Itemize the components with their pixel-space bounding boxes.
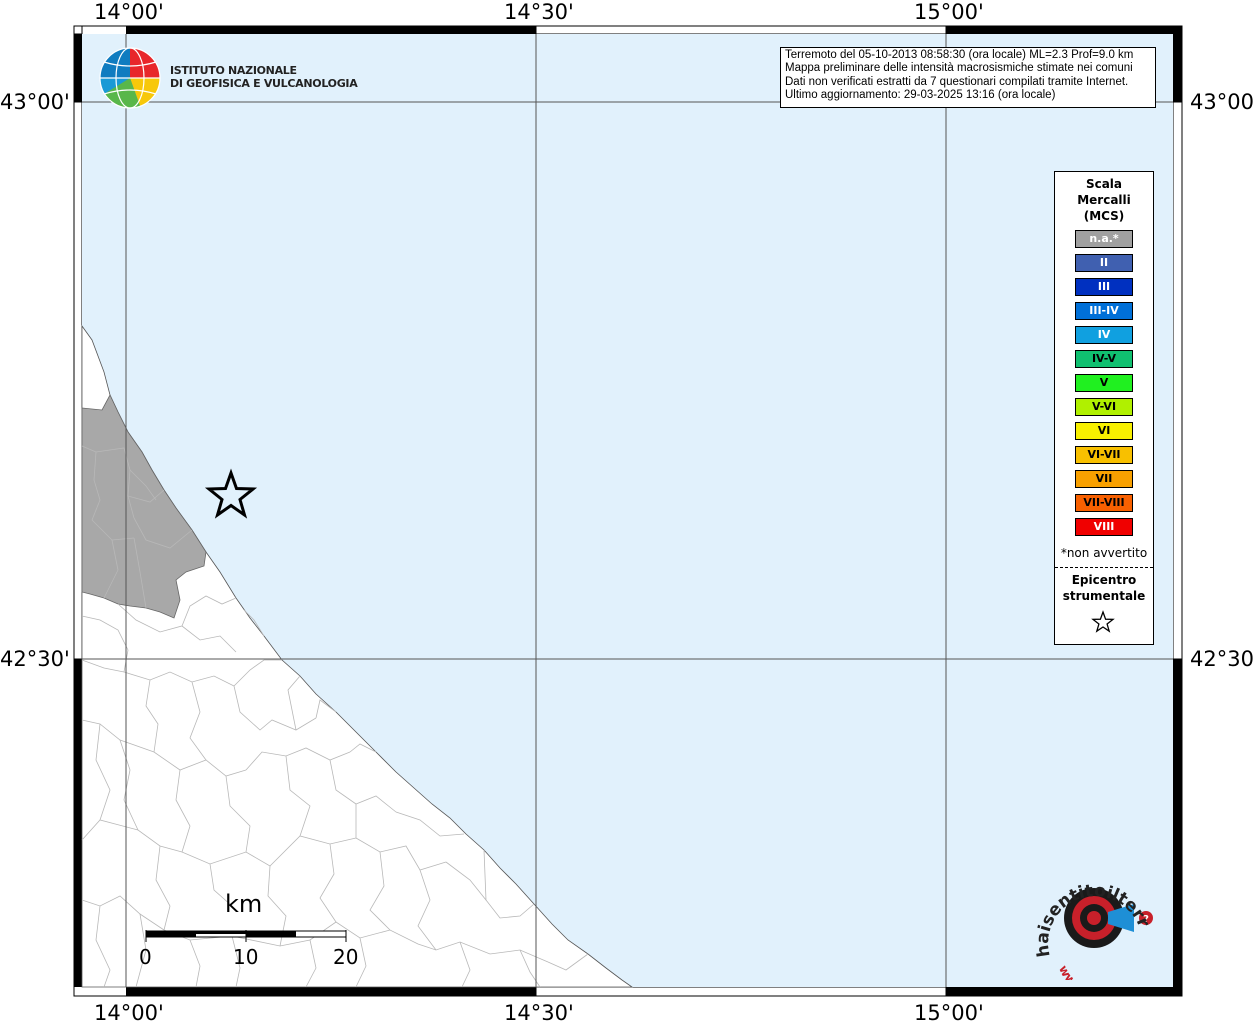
axis-label-bottom-2: 14°30' [504,1001,574,1025]
legend-epi-line2: strumentale [1062,589,1146,603]
legend-item-1: II [1075,254,1133,272]
axis-label-right-1: 43°00' [1190,90,1256,114]
frame-band-right [1173,659,1182,987]
frame-band-left [73,101,83,660]
legend-item-12: VIII [1075,518,1133,536]
frame-band-right [1172,101,1183,660]
frame-band-top [126,26,536,34]
legend-item-10: VII [1075,470,1133,488]
info-line4: Ultimo aggiornamento: 29-03-2025 13:16 (… [785,89,1056,102]
mcs-legend: Scala Mercalli (MCS) n.a.* II III III-IV IV I… [1054,171,1154,645]
legend-item-2: III [1075,278,1133,296]
axis-label-top-3: 15°00' [914,0,984,24]
haisentito-logo: ? haisentitoilterremoto.it www. [1028,860,1154,980]
legend-title-line2: Mercalli [1077,193,1131,207]
legend-item-5: IV-V [1075,350,1133,368]
frame-band-right [1173,34,1182,102]
info-line3: Dati non verificati estratti da 7 questi… [785,75,1129,88]
scale-unit: km [225,890,263,918]
legend-star-icon [1091,610,1115,633]
info-line1: Terremoto del 05-10-2013 08:58:30 (ora l… [785,49,1134,61]
legend-item-8: VI [1075,422,1133,440]
scale-tick-20: 20 [333,945,359,969]
institute-line1: ISTITUTO NAZIONALE [170,64,297,77]
legend-item-7: V-VI [1075,398,1133,416]
frame-band-top [946,26,1182,34]
legend-title-line3: (MCS) [1083,209,1125,223]
axis-label-bottom-1: 14°00' [94,1001,164,1025]
axis-label-top-2: 14°30' [504,0,574,24]
legend-item-9: VI-VII [1075,446,1133,464]
axis-label-bottom-3: 15°00' [914,1001,984,1025]
scale-tick-10: 10 [233,945,259,969]
legend-title-line1: Scala [1085,177,1123,191]
frame-band-bottom [946,987,1182,996]
institute-line2: DI GEOFISICA E VULCANOLOGIA [170,77,358,90]
scale-tick-0: 0 [139,945,152,969]
frame-band-bottom [126,987,536,996]
legend-title: Scala Mercalli (MCS) [1055,176,1153,224]
ingv-logo [99,47,161,109]
legend-item-11: VII-VIII [1075,494,1133,512]
axis-label-right-2: 42°30' [1190,647,1256,671]
axis-label-top-1: 14°00' [94,0,164,24]
hs-logo-prefix: www. [1056,963,1089,980]
legend-note: *non avvertito [1060,546,1148,560]
legend-epicenter-label: Epicentro strumentale [1055,572,1153,604]
frame-band-top [535,25,947,35]
axis-label-left-1: 43°00' [0,90,70,114]
frame-band-top [73,25,83,35]
institute-name: ISTITUTO NAZIONALE DI GEOFISICA E VULCAN… [170,64,358,90]
info-line2: Mappa preliminare delle intensità macros… [785,62,1133,75]
axis-label-left-2: 42°30' [0,647,70,671]
event-info-box: Terremoto del 05-10-2013 08:58:30 (ora l… [780,47,1156,108]
legend-item-3: III-IV [1075,302,1133,320]
frame-band-left [74,34,82,102]
legend-item-0: n.a.* [1075,230,1133,248]
legend-epi-line1: Epicentro [1071,573,1137,587]
legend-item-6: V [1075,374,1133,392]
legend-item-4: IV [1075,326,1133,344]
frame-band-left [74,659,82,987]
frame-band-bottom [535,986,947,997]
legend-separator [1055,567,1153,568]
